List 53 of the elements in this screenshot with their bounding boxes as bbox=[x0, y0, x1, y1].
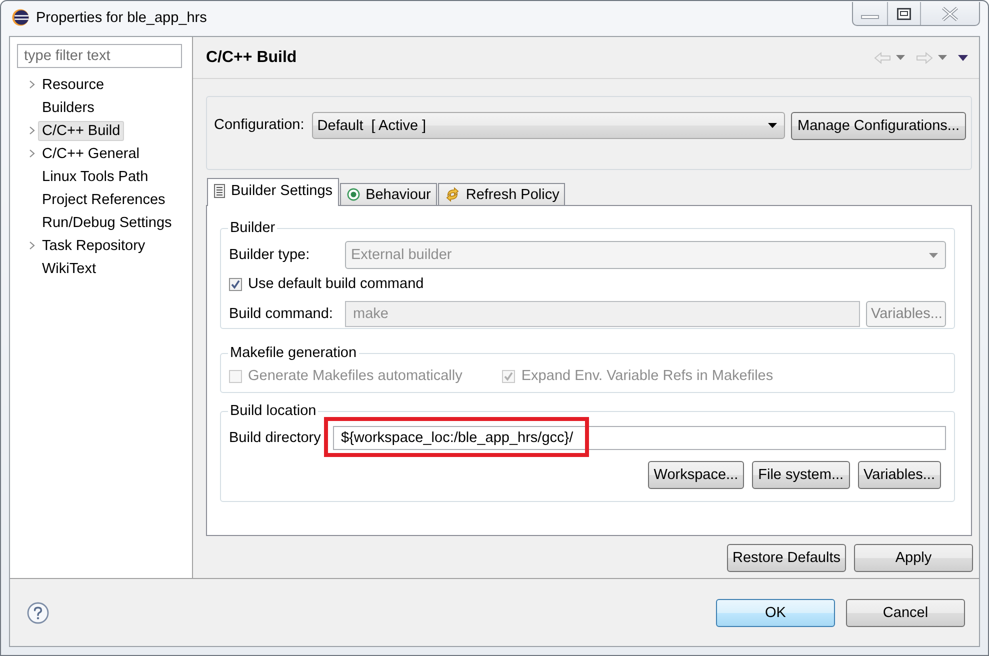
radio-target-icon bbox=[346, 188, 360, 201]
chevron-icon[interactable] bbox=[29, 126, 35, 135]
tab[interactable]: Refresh Policy bbox=[438, 183, 566, 205]
dialog-button[interactable]: OK bbox=[716, 598, 835, 626]
help-icon[interactable] bbox=[27, 602, 49, 624]
tree-item[interactable]: Resource bbox=[38, 74, 108, 94]
tree-item[interactable]: C/C++ General bbox=[38, 144, 144, 164]
configuration-dropdown[interactable]: Default [ Active ] bbox=[312, 112, 785, 139]
dropdown-arrow-icon bbox=[768, 123, 777, 128]
checkbox-label: Expand Env. Variable Refs in Makefiles bbox=[521, 368, 774, 384]
window-title: Properties for ble_app_hrs bbox=[36, 10, 207, 26]
build-directory-label: Build directory bbox=[229, 430, 322, 446]
group-title: Makefile generation bbox=[229, 345, 358, 361]
view-menu-icon[interactable] bbox=[958, 54, 968, 60]
browse-button[interactable]: Workspace... bbox=[648, 461, 744, 489]
checkbox[interactable] bbox=[229, 278, 242, 290]
tree-item[interactable]: WikiText bbox=[38, 258, 100, 278]
close-icon bbox=[942, 6, 958, 20]
tree-item[interactable]: Builders bbox=[38, 98, 98, 118]
manage-configurations-button[interactable]: Manage Configurations... bbox=[791, 112, 966, 140]
tab[interactable]: Behaviour bbox=[340, 183, 437, 205]
minimize-icon bbox=[861, 15, 879, 19]
builder-type-label: Builder type: bbox=[229, 247, 311, 263]
page-button[interactable]: Restore Defaults bbox=[727, 544, 846, 572]
tree-item[interactable]: C/C++ Build bbox=[38, 120, 124, 140]
checkbox-label: Use default build command bbox=[248, 276, 424, 292]
list-icon bbox=[214, 184, 225, 198]
dropdown-arrow-icon bbox=[929, 252, 938, 258]
refresh-arrows-icon bbox=[444, 187, 460, 202]
filter-field[interactable]: type filter text bbox=[17, 44, 182, 68]
caret-icon[interactable] bbox=[938, 55, 947, 60]
tab[interactable]: Builder Settings bbox=[207, 178, 339, 206]
chevron-icon[interactable] bbox=[29, 80, 35, 89]
caret-icon[interactable] bbox=[896, 55, 905, 60]
checkbox-label: Generate Makefiles automatically bbox=[248, 368, 462, 384]
tree-item[interactable]: Linux Tools Path bbox=[38, 166, 152, 186]
browse-button[interactable]: File system... bbox=[752, 461, 850, 489]
browse-button[interactable]: Variables... bbox=[858, 461, 941, 489]
maximize-icon bbox=[897, 8, 911, 20]
chevron-icon[interactable] bbox=[29, 241, 35, 250]
chevron-icon[interactable] bbox=[29, 149, 35, 158]
app-logo-icon bbox=[12, 9, 29, 26]
build-directory-field[interactable]: ${workspace_loc:/ble_app_hrs/gcc}/ bbox=[333, 426, 946, 450]
dialog-button[interactable]: Cancel bbox=[846, 598, 965, 626]
configuration-label: Configuration: bbox=[214, 117, 304, 133]
tree-item[interactable]: Task Repository bbox=[38, 236, 150, 256]
group-title: Build location bbox=[229, 403, 318, 419]
tree-item[interactable]: Project References bbox=[38, 190, 170, 210]
tree-item[interactable]: Run/Debug Settings bbox=[38, 212, 176, 232]
group-title: Builder bbox=[229, 220, 276, 236]
page-title: C/C++ Build bbox=[206, 48, 297, 66]
page-button[interactable]: Apply bbox=[854, 544, 973, 572]
build-command-label: Build command: bbox=[229, 306, 334, 322]
